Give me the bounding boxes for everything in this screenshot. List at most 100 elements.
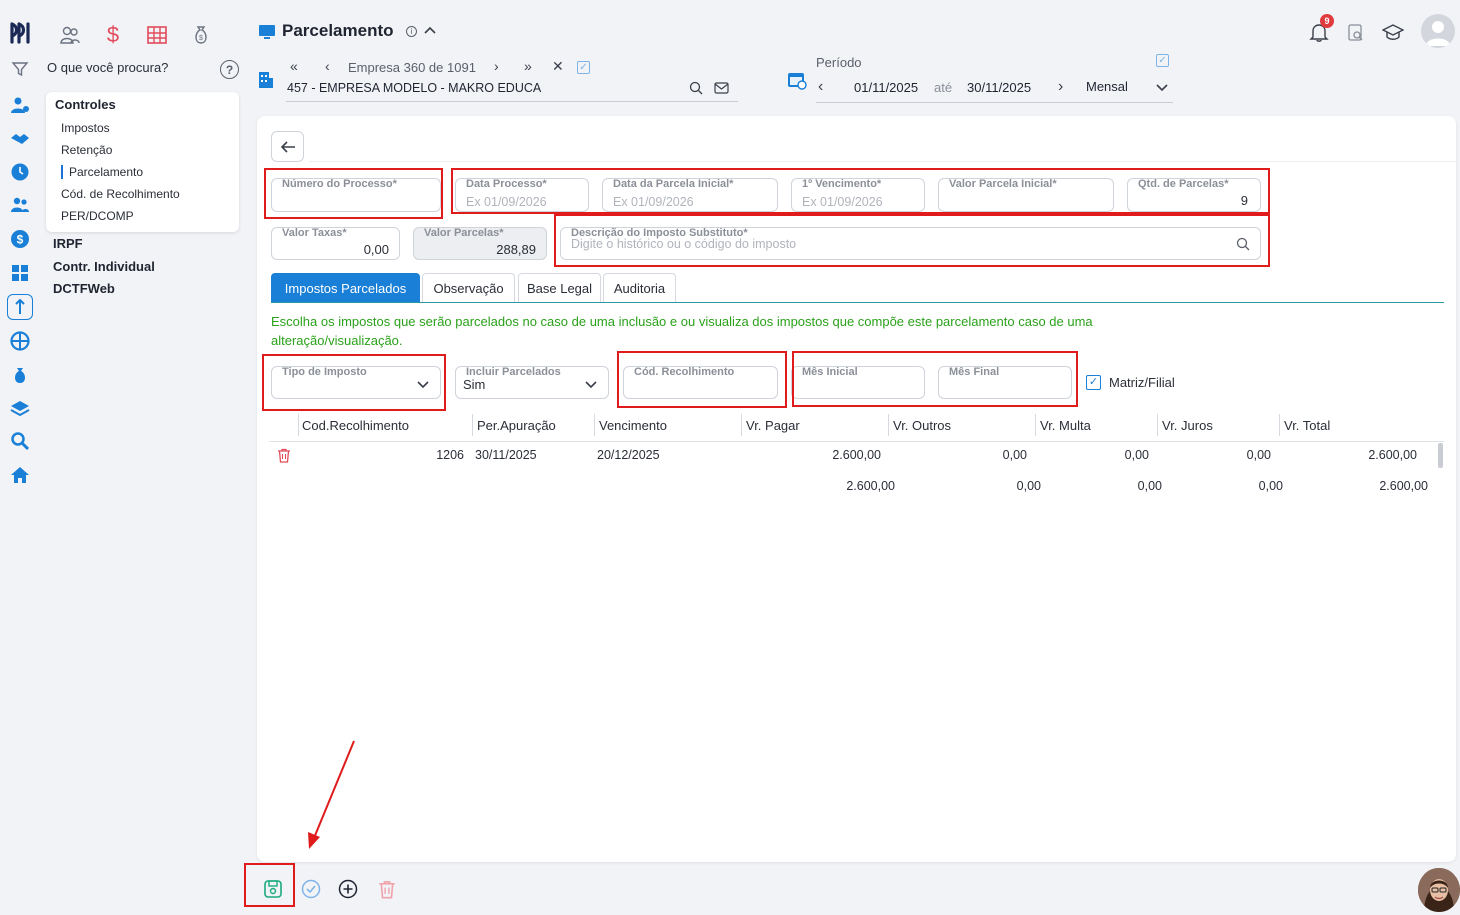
tab-observacao[interactable]: Observação: [422, 273, 515, 303]
total-vr-juros: 0,00: [1258, 479, 1283, 493]
left-rail: $: [0, 0, 40, 915]
calculator-icon[interactable]: [9, 262, 31, 284]
document-search-icon[interactable]: [1347, 23, 1365, 46]
sidebar-item-per-dcomp[interactable]: PER/DCOMP: [61, 209, 134, 223]
sidebar-link-irpf[interactable]: IRPF: [53, 236, 83, 251]
global-search-input[interactable]: O que você procura?: [47, 60, 168, 75]
sidebar-item-cod-recolhimento[interactable]: Cód. de Recolhimento: [61, 187, 180, 201]
col-vr-pagar[interactable]: Vr. Pagar: [746, 418, 800, 433]
info-icon[interactable]: i: [406, 26, 417, 37]
prev-company-button[interactable]: ‹: [325, 58, 330, 74]
add-button[interactable]: [337, 878, 359, 900]
data-processo-label: Data Processo*: [466, 178, 547, 190]
layers-icon[interactable]: [9, 397, 31, 419]
user-money-icon[interactable]: [9, 94, 31, 116]
period-label: Período: [816, 55, 862, 70]
frequency-chevron-icon[interactable]: [1155, 81, 1169, 96]
numero-processo-field[interactable]: Número do Processo*: [271, 178, 441, 212]
search-nav-icon[interactable]: [9, 430, 31, 452]
tipo-imposto-select[interactable]: Tipo de Imposto: [271, 366, 441, 399]
descricao-search-icon[interactable]: [1236, 237, 1250, 254]
primeiro-vencimento-field[interactable]: 1º Vencimento* Ex 01/09/2026: [791, 178, 925, 212]
clear-company-button[interactable]: ✕: [552, 58, 564, 75]
col-sep: [1157, 414, 1158, 436]
primeiro-vencimento-label: 1º Vencimento*: [802, 178, 882, 190]
company-name[interactable]: 457 - EMPRESA MODELO - MAKRO EDUCA: [287, 81, 541, 95]
sidebar-item-retencao[interactable]: Retenção: [61, 143, 112, 157]
clock-icon[interactable]: [9, 161, 31, 183]
graduation-cap-icon[interactable]: [1381, 24, 1405, 45]
col-sep: [298, 414, 299, 436]
frequency-select[interactable]: Mensal: [1086, 79, 1128, 94]
confirm-button[interactable]: [300, 878, 322, 900]
page-title: Parcelamento: [282, 21, 394, 40]
col-vencimento[interactable]: Vencimento: [599, 418, 667, 433]
tab-impostos-parcelados[interactable]: Impostos Parcelados: [271, 273, 420, 303]
company-search-icon[interactable]: [689, 81, 703, 98]
col-per-apuracao[interactable]: Per.Apuração: [477, 418, 556, 433]
qtd-parcelas-field[interactable]: Qtd. de Parcelas* 9: [1127, 178, 1261, 212]
col-vr-multa[interactable]: Vr. Multa: [1040, 418, 1091, 433]
next-period-button[interactable]: ›: [1058, 78, 1063, 96]
data-processo-field[interactable]: Data Processo* Ex 01/09/2026: [455, 178, 589, 212]
money-bag-module-icon[interactable]: $: [188, 22, 214, 48]
sidebar-item-impostos[interactable]: Impostos: [61, 121, 110, 135]
help-icon[interactable]: ?: [220, 60, 239, 79]
mes-final-field[interactable]: Mês Final: [938, 366, 1072, 399]
col-vr-outros[interactable]: Vr. Outros: [893, 418, 951, 433]
table-scrollbar[interactable]: [1438, 443, 1443, 468]
delete-button[interactable]: [376, 878, 398, 900]
first-company-button[interactable]: «: [290, 58, 298, 74]
app-logo[interactable]: [9, 20, 35, 46]
user-avatar[interactable]: [1421, 14, 1455, 48]
valor-parcela-inicial-field[interactable]: Valor Parcela Inicial*: [938, 178, 1114, 212]
descricao-imposto-placeholder: Digite o histórico ou o código do impost…: [571, 237, 797, 251]
data-processo-placeholder: Ex 01/09/2026: [466, 195, 547, 209]
descricao-imposto-field[interactable]: Descrição do Imposto Substituto* Digite …: [560, 227, 1261, 260]
delete-row-icon[interactable]: [277, 448, 291, 466]
save-button[interactable]: [262, 878, 284, 900]
parcelamento-nav-icon[interactable]: [7, 294, 33, 320]
sidebar-item-parcelamento[interactable]: Parcelamento: [61, 165, 143, 179]
col-sep: [888, 414, 889, 436]
back-button[interactable]: [271, 131, 304, 162]
last-company-button[interactable]: »: [524, 58, 532, 74]
col-vr-total[interactable]: Vr. Total: [1284, 418, 1330, 433]
sidebar-link-dctfweb[interactable]: DCTFWeb: [53, 281, 115, 296]
dollar-circle-icon[interactable]: $: [9, 228, 31, 250]
filter-icon[interactable]: [9, 58, 31, 80]
tab-auditoria[interactable]: Auditoria: [603, 273, 676, 303]
annotation-arrow: [308, 740, 355, 849]
data-parcela-inicial-field[interactable]: Data da Parcela Inicial* Ex 01/09/2026: [602, 178, 778, 212]
incluir-parcelados-select[interactable]: Incluir Parcelados Sim: [455, 366, 609, 399]
handshake-icon[interactable]: [9, 128, 31, 150]
mail-icon[interactable]: [714, 82, 729, 97]
next-company-button[interactable]: ›: [494, 58, 499, 74]
assistant-avatar[interactable]: [1418, 868, 1460, 912]
people-module-icon[interactable]: [57, 22, 83, 48]
company-checkbox[interactable]: ✓: [577, 61, 590, 74]
collapse-chevron-icon[interactable]: [423, 24, 437, 39]
col-cod-recolhimento[interactable]: Cod.Recolhimento: [302, 418, 409, 433]
svg-text:$: $: [199, 35, 203, 42]
prev-period-button[interactable]: ‹: [818, 78, 823, 96]
controles-menu: Controles Impostos Retenção Parcelamento…: [46, 92, 239, 232]
users-icon[interactable]: [9, 194, 31, 216]
money-bag-icon[interactable]: [9, 364, 31, 386]
col-vr-juros[interactable]: Vr. Juros: [1162, 418, 1213, 433]
dollar-module-icon[interactable]: $: [100, 22, 126, 48]
home-icon[interactable]: [9, 464, 31, 486]
spreadsheet-module-icon[interactable]: [144, 22, 170, 48]
period-checkbox[interactable]: ✓: [1156, 54, 1169, 67]
valor-taxas-field[interactable]: Valor Taxas* 0,00: [271, 227, 400, 260]
globe-icon[interactable]: [9, 330, 31, 352]
period-from-input[interactable]: 01/11/2025: [854, 80, 918, 95]
period-to-input[interactable]: 30/11/2025: [967, 80, 1031, 95]
matriz-filial-checkbox[interactable]: ✓: [1086, 375, 1101, 390]
matriz-filial-label: Matriz/Filial: [1109, 375, 1175, 390]
tab-base-legal[interactable]: Base Legal: [518, 273, 601, 303]
cod-recolhimento-field[interactable]: Cód. Recolhimento: [623, 366, 778, 399]
sidebar-link-contr-individual[interactable]: Contr. Individual: [53, 259, 155, 274]
monitor-icon: [258, 24, 276, 40]
mes-inicial-field[interactable]: Mês Inicial: [791, 366, 925, 399]
